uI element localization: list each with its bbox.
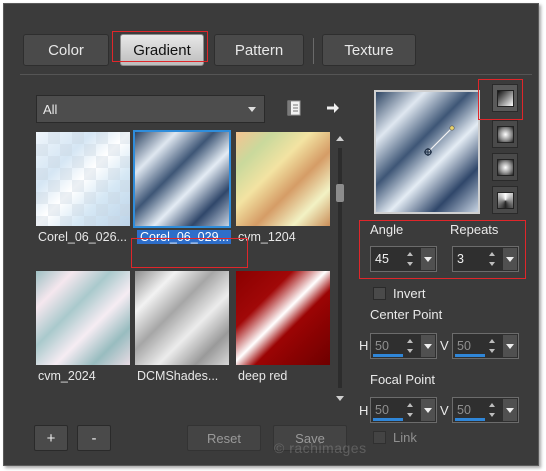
chevron-down-icon (248, 107, 256, 112)
center-h-increment-icon[interactable] (407, 339, 413, 343)
scroll-up-icon[interactable] (336, 136, 344, 141)
focal-v-label: V (440, 403, 449, 418)
tabs-divider (20, 74, 532, 75)
repeats-increment-icon[interactable] (489, 252, 495, 256)
gallery-scrollbar[interactable] (334, 134, 346, 404)
focal-v-value: 50 (457, 403, 471, 417)
radial-style-icon (496, 191, 514, 209)
angle-increment-icon[interactable] (407, 252, 413, 256)
gradient-name: DCMShades... (137, 369, 219, 383)
focal-h-dropdown-icon[interactable] (421, 399, 435, 421)
sunburst-style-icon (496, 158, 514, 176)
gradient-item-selected[interactable]: Corel_06_029... (133, 130, 231, 245)
center-v-dropdown-icon[interactable] (503, 335, 517, 357)
angle-decrement-icon[interactable] (407, 262, 413, 266)
gradient-preview[interactable] (374, 90, 480, 214)
style-linear-button[interactable] (492, 84, 518, 112)
repeats-dropdown-icon[interactable] (503, 248, 517, 270)
gradient-item[interactable]: deep red (236, 271, 330, 384)
linear-style-icon (496, 89, 514, 107)
scroll-down-icon[interactable] (336, 396, 344, 401)
material-properties-dialog: Color Gradient Pattern Texture All Corel… (3, 3, 539, 466)
center-v-increment-icon[interactable] (489, 339, 495, 343)
focal-v-increment-icon[interactable] (489, 403, 495, 407)
center-v-value: 50 (457, 339, 471, 353)
angle-field[interactable]: 45 (370, 246, 437, 272)
focal-point-label: Focal Point (370, 372, 436, 387)
focal-v-dropdown-icon[interactable] (503, 399, 517, 421)
category-selected: All (43, 101, 58, 117)
transparency-checker (36, 132, 130, 226)
repeats-value: 3 (457, 252, 464, 266)
gradient-name: Corel_06_029... (137, 230, 231, 244)
focal-v-slider[interactable] (455, 418, 485, 421)
repeats-field[interactable]: 3 (452, 246, 519, 272)
gradient-swatch (236, 271, 330, 365)
arrow-right-icon[interactable] (324, 99, 342, 117)
gradient-swatch (36, 271, 130, 365)
gradient-item[interactable]: cvm_1204 (236, 132, 330, 245)
center-v-label: V (440, 338, 449, 353)
gradient-swatch (135, 271, 229, 365)
gradient-item[interactable]: cvm_2024 (36, 271, 130, 384)
gradient-gallery: Corel_06_026... Corel_06_029... cvm_1204… (36, 130, 336, 407)
angle-label: Angle (370, 222, 404, 237)
center-h-decrement-icon[interactable] (407, 349, 413, 353)
center-h-dropdown-icon[interactable] (421, 335, 435, 357)
watermark: © rachimages (274, 440, 367, 456)
scroll-thumb[interactable] (336, 184, 344, 202)
tab-pattern[interactable]: Pattern (214, 34, 304, 66)
gradient-item[interactable]: Corel_06_026... (36, 132, 130, 245)
style-radial-button[interactable] (492, 186, 518, 214)
gradient-name: cvm_2024 (38, 369, 96, 383)
gradient-name: Corel_06_026... (38, 230, 127, 244)
focal-v-field[interactable]: 50 (452, 397, 519, 423)
link-label: Link (393, 430, 417, 445)
remove-gradient-button[interactable]: - (77, 425, 111, 451)
focal-h-value: 50 (375, 403, 389, 417)
reset-button[interactable]: Reset (187, 425, 261, 451)
gradient-swatch (133, 130, 231, 228)
center-h-slider[interactable] (373, 354, 403, 357)
focal-h-label: H (359, 403, 369, 418)
focal-v-decrement-icon[interactable] (489, 413, 495, 417)
gradient-name: deep red (238, 369, 288, 383)
angle-handle-icon[interactable] (376, 92, 478, 212)
center-point-label: Center Point (370, 307, 443, 322)
angle-value: 45 (375, 252, 389, 266)
invert-checkbox[interactable] (373, 287, 386, 300)
center-v-decrement-icon[interactable] (489, 349, 495, 353)
tab-gradient[interactable]: Gradient (120, 34, 204, 66)
center-h-label: H (359, 338, 369, 353)
repeats-label: Repeats (450, 222, 499, 237)
tab-texture[interactable]: Texture (322, 34, 416, 66)
focal-h-decrement-icon[interactable] (407, 413, 413, 417)
gradient-item[interactable]: DCMShades... (135, 271, 229, 384)
gradient-swatch (236, 132, 330, 226)
style-sunburst-button[interactable] (492, 153, 518, 181)
category-dropdown[interactable]: All (36, 95, 265, 123)
angle-dropdown-icon[interactable] (421, 248, 435, 270)
center-h-value: 50 (375, 339, 389, 353)
rectangular-style-icon (496, 125, 514, 143)
invert-label: Invert (393, 286, 426, 301)
open-library-icon[interactable] (285, 99, 303, 117)
center-v-slider[interactable] (455, 354, 485, 357)
add-gradient-button[interactable]: + (34, 425, 68, 451)
link-checkbox[interactable] (373, 431, 386, 444)
style-rectangular-button[interactable] (492, 120, 518, 148)
gradient-name: cvm_1204 (238, 230, 296, 244)
focal-h-slider[interactable] (373, 418, 403, 421)
tab-separator (313, 38, 314, 64)
tab-color[interactable]: Color (23, 34, 109, 66)
center-v-field[interactable]: 50 (452, 333, 519, 359)
focal-h-increment-icon[interactable] (407, 403, 413, 407)
repeats-decrement-icon[interactable] (489, 262, 495, 266)
focal-h-field[interactable]: 50 (370, 397, 437, 423)
center-h-field[interactable]: 50 (370, 333, 437, 359)
